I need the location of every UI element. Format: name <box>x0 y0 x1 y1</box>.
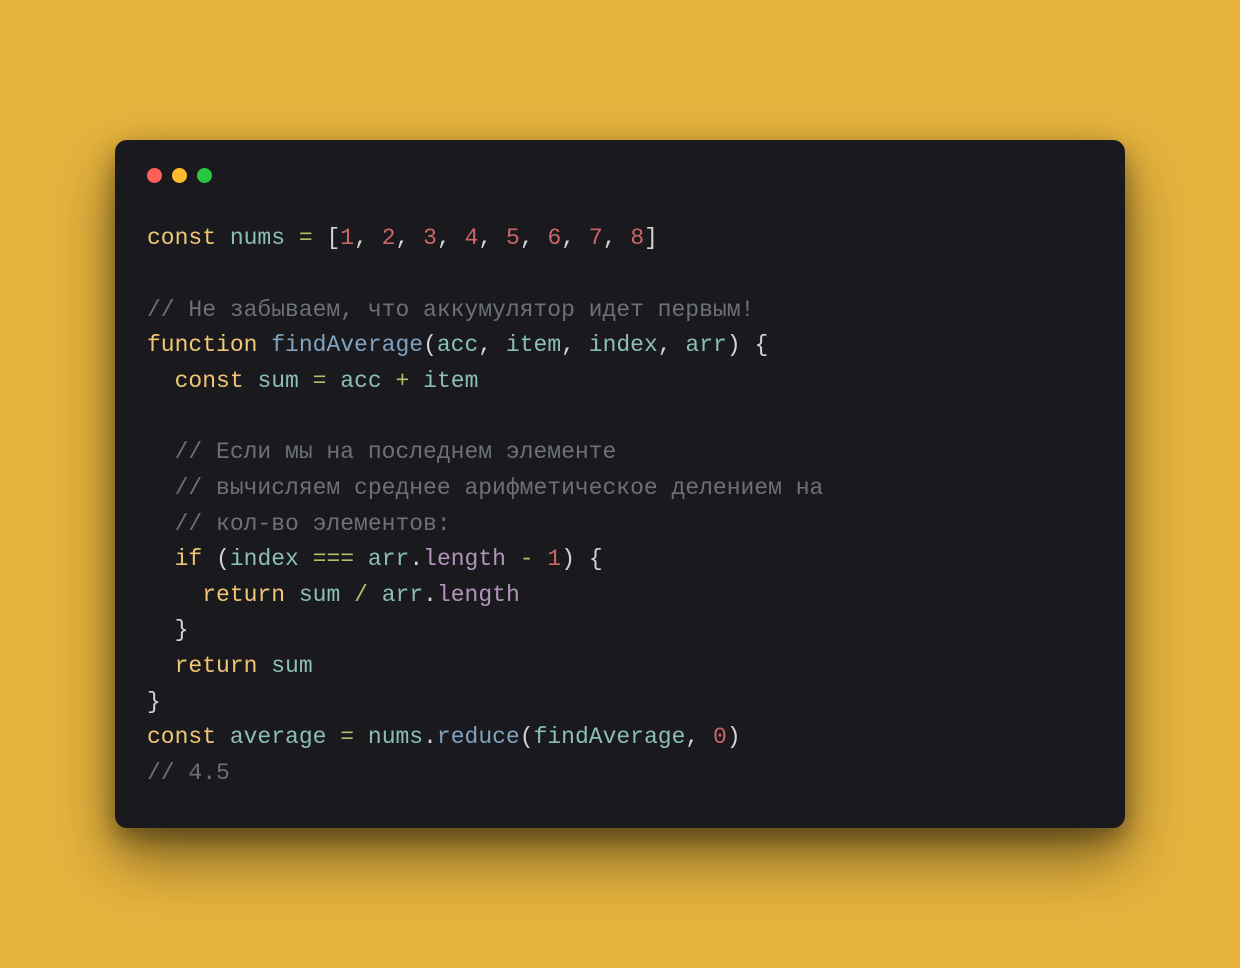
brace-close: } <box>147 689 161 715</box>
identifier-sum: sum <box>271 653 312 679</box>
code-window: const nums = [1, 2, 3, 4, 5, 6, 7, 8] //… <box>115 140 1125 827</box>
identifier-findAverage: findAverage <box>534 724 686 750</box>
paren-open: ( <box>423 332 437 358</box>
close-icon[interactable] <box>147 168 162 183</box>
operator-eq: = <box>340 724 354 750</box>
identifier-arr: arr <box>368 546 409 572</box>
keyword-return: return <box>175 653 258 679</box>
operator-eq: = <box>299 225 313 251</box>
comment: // Если мы на последнем элементе <box>175 439 617 465</box>
maximize-icon[interactable] <box>197 168 212 183</box>
paren-close: ) <box>727 332 741 358</box>
operator-tripleeq: === <box>313 546 354 572</box>
number: 1 <box>340 225 354 251</box>
method-reduce: reduce <box>437 724 520 750</box>
comma: , <box>685 724 699 750</box>
comment: // кол-во элементов: <box>175 511 451 537</box>
number: 5 <box>506 225 520 251</box>
number: 7 <box>589 225 603 251</box>
identifier-arr: arr <box>382 582 423 608</box>
minimize-icon[interactable] <box>172 168 187 183</box>
identifier-nums: nums <box>368 724 423 750</box>
param-item: item <box>506 332 561 358</box>
comment: // 4.5 <box>147 760 230 786</box>
identifier-index: index <box>230 546 299 572</box>
code-block: const nums = [1, 2, 3, 4, 5, 6, 7, 8] //… <box>147 221 1093 791</box>
keyword-function: function <box>147 332 257 358</box>
paren-close: ) <box>561 546 575 572</box>
operator-plus: + <box>396 368 410 394</box>
identifier-item: item <box>423 368 478 394</box>
comma: , <box>561 225 575 251</box>
dot: . <box>423 724 437 750</box>
number: 2 <box>382 225 396 251</box>
comma: , <box>561 332 575 358</box>
comma: , <box>520 225 534 251</box>
comma: , <box>354 225 368 251</box>
operator-eq: = <box>313 368 327 394</box>
bracket-open: [ <box>326 225 340 251</box>
comment: // вычисляем среднее арифметическое деле… <box>175 475 824 501</box>
number: 4 <box>465 225 479 251</box>
number: 1 <box>547 546 561 572</box>
number: 3 <box>423 225 437 251</box>
window-traffic-lights <box>147 168 1093 183</box>
dot: . <box>409 546 423 572</box>
keyword-const: const <box>147 225 216 251</box>
comma: , <box>396 225 410 251</box>
operator-slash: / <box>354 582 368 608</box>
brace-open: { <box>589 546 603 572</box>
property-length: length <box>423 546 506 572</box>
brace-open: { <box>754 332 768 358</box>
keyword-const: const <box>147 724 216 750</box>
function-name: findAverage <box>271 332 423 358</box>
comma: , <box>478 332 492 358</box>
identifier-sum: sum <box>299 582 340 608</box>
number: 6 <box>547 225 561 251</box>
comment: // Не забываем, что аккумулятор идет пер… <box>147 297 754 323</box>
number: 8 <box>630 225 644 251</box>
identifier-average: average <box>230 724 327 750</box>
number: 0 <box>713 724 727 750</box>
identifier-nums: nums <box>230 225 285 251</box>
comma: , <box>478 225 492 251</box>
comma: , <box>658 332 672 358</box>
dot: . <box>423 582 437 608</box>
comma: , <box>437 225 451 251</box>
comma: , <box>603 225 617 251</box>
param-index: index <box>589 332 658 358</box>
param-arr: arr <box>685 332 726 358</box>
identifier-acc: acc <box>340 368 381 394</box>
keyword-if: if <box>175 546 203 572</box>
identifier-sum: sum <box>257 368 298 394</box>
param-acc: acc <box>437 332 478 358</box>
paren-open: ( <box>520 724 534 750</box>
paren-open: ( <box>216 546 230 572</box>
property-length: length <box>437 582 520 608</box>
keyword-const: const <box>175 368 244 394</box>
operator-minus: - <box>520 546 534 572</box>
paren-close: ) <box>727 724 741 750</box>
brace-close: } <box>175 617 189 643</box>
bracket-close: ] <box>644 225 658 251</box>
keyword-return: return <box>202 582 285 608</box>
